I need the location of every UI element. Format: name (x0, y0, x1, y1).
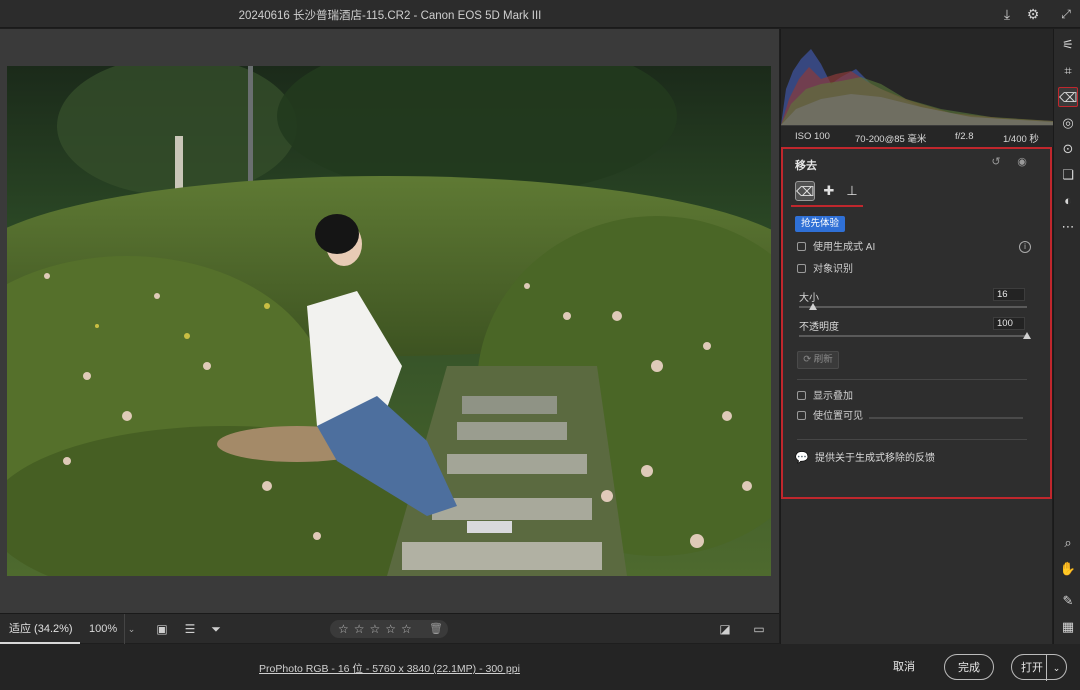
zoom-fit-button[interactable]: 适应 (34.2%) (0, 614, 80, 644)
size-slider-track[interactable] (799, 306, 1027, 308)
toggle-view-icon[interactable]: ▭ (744, 621, 774, 637)
visualize-spots-checkbox[interactable]: 使位置可见 (797, 411, 863, 425)
right-panel: ISO 100 70-200@85 毫米 f/2.8 1/400 秒 移去 ↺ … (780, 29, 1053, 644)
crop-icon[interactable]: ⌗ (1058, 61, 1078, 81)
divider (797, 439, 1027, 440)
save-icon[interactable]: ⤓ (998, 5, 1016, 23)
refresh-button[interactable]: ⟳ 刷新 (797, 351, 839, 369)
show-overlay-label: 显示叠加 (813, 391, 853, 402)
lens-value: 70-200@85 毫米 (855, 134, 927, 145)
visualize-spots-slider[interactable] (869, 417, 1023, 419)
opacity-input[interactable]: 100 (993, 317, 1025, 330)
clone-stamp-icon[interactable]: ⊥ (842, 181, 862, 201)
iso-value: ISO 100 (795, 131, 830, 142)
expand-icon[interactable]: ⤢ (1057, 5, 1075, 23)
grid-icon[interactable]: ▦ (1058, 617, 1078, 637)
presets-icon[interactable]: ❏ (1058, 165, 1078, 185)
refresh-label: 刷新 (813, 354, 833, 365)
zoom-100-button[interactable]: 100% ⌄ (82, 614, 138, 644)
eraser-icon[interactable]: ⌫ (795, 181, 815, 201)
tools-highlight (791, 205, 863, 207)
early-access-badge: 抢先体验 (795, 216, 846, 232)
object-detect-checkbox[interactable]: 对象识别 (797, 264, 853, 278)
zoom-icon[interactable]: ⌕ (1058, 533, 1078, 553)
info-icon[interactable]: i (1019, 241, 1031, 253)
before-after-icon[interactable]: ◪ (716, 621, 734, 637)
eyedropper-icon[interactable]: ✎ (1058, 591, 1078, 611)
more-icon[interactable]: ⋯ (1058, 217, 1078, 237)
window-title: 20240616 长沙普瑞酒店-115.CR2 - Canon EOS 5D M… (238, 10, 542, 22)
edit-sliders-icon[interactable]: ⚟ (1058, 35, 1078, 55)
aperture-value: f/2.8 (955, 131, 974, 142)
snapshots-icon[interactable]: ◐ (1058, 191, 1078, 211)
feedback-label: 提供关于生成式移除的反馈 (815, 453, 935, 464)
checkbox-box[interactable] (797, 411, 806, 420)
filter-icon[interactable]: ⏷ (207, 621, 225, 637)
image-canvas[interactable] (0, 29, 779, 613)
open-label: 打开 (1021, 662, 1043, 674)
checkbox-box[interactable] (797, 242, 806, 251)
title-bar: 20240616 长沙普瑞酒店-115.CR2 - Canon EOS 5D M… (0, 0, 1080, 28)
generative-ai-label: 使用生成式 AI (813, 242, 876, 253)
opacity-slider-track[interactable] (799, 335, 1027, 337)
right-toolbar: ⚟ ⌗ ⌫ ◎ ⊙ ❏ ◐ ⋯ ⌕ ✋ ✎ ▦ (1053, 29, 1080, 644)
reset-icon[interactable]: ↺ (989, 155, 1003, 169)
filmstrip-icon[interactable]: ▣ (153, 621, 171, 637)
object-detect-label: 对象识别 (813, 264, 853, 275)
opacity-label: 不透明度 (799, 322, 839, 333)
checkbox-box[interactable] (797, 264, 806, 273)
red-eye-icon[interactable]: ⊙ (1058, 139, 1078, 159)
zoom-100-label: 100% (89, 623, 118, 635)
generative-ai-checkbox[interactable]: 使用生成式 AI (797, 242, 875, 256)
workflow-options-link[interactable]: ProPhoto RGB - 16 位 - 5760 x 3840 (22.1M… (0, 661, 779, 676)
exif-bar: ISO 100 70-200@85 毫米 f/2.8 1/400 秒 (781, 125, 1053, 147)
remove-panel: 移去 ↺ ◉ ⌫ ✚ ⊥ 抢先体验 使用生成式 AI i 对象识别 大小 16 … (781, 147, 1052, 499)
comment-icon: 💬 (795, 452, 809, 464)
trash-icon[interactable]: 🗑 (427, 620, 445, 638)
hand-icon[interactable]: ✋ (1058, 559, 1078, 579)
size-input[interactable]: 16 (993, 288, 1025, 301)
done-button[interactable]: 完成 (944, 654, 994, 680)
cancel-button[interactable]: 取消 (886, 654, 922, 680)
size-label: 大小 (799, 293, 819, 304)
sort-icon[interactable]: ☰ (181, 621, 199, 637)
refresh-icon: ⟳ (803, 354, 814, 365)
checkbox-box[interactable] (797, 391, 806, 400)
gear-icon[interactable]: ⚙ (1024, 5, 1042, 23)
remove-tool-icon[interactable]: ⌫ (1058, 87, 1078, 107)
histogram-graph (781, 49, 1053, 125)
open-button[interactable]: 打开 ⌄ (1011, 654, 1067, 681)
histogram (781, 29, 1053, 125)
bottom-toolbar: 适应 (34.2%) 100% ⌄ ▣ ☰ ⏷ ☆☆☆☆☆ 🗑 ◪ ▭ (0, 613, 779, 644)
show-overlay-checkbox[interactable]: 显示叠加 (797, 391, 853, 405)
healing-icon[interactable]: ✚ (819, 181, 839, 201)
footer: ProPhoto RGB - 16 位 - 5760 x 3840 (22.1M… (0, 644, 1080, 690)
chevron-down-icon[interactable]: ⌄ (124, 614, 138, 644)
shutter-value: 1/400 秒 (1003, 134, 1039, 145)
eye-icon[interactable]: ◉ (1015, 155, 1029, 169)
visualize-spots-label: 使位置可见 (813, 411, 863, 422)
photo-preview[interactable] (7, 66, 771, 576)
photo-image (7, 66, 771, 576)
masking-icon[interactable]: ◎ (1058, 113, 1078, 133)
feedback-link[interactable]: 💬 提供关于生成式移除的反馈 (795, 449, 935, 464)
chevron-down-icon[interactable]: ⌄ (1046, 655, 1066, 681)
size-slider-thumb[interactable] (808, 303, 817, 310)
divider (797, 379, 1027, 380)
panel-title: 移去 (795, 160, 817, 172)
opacity-slider-thumb[interactable] (1023, 332, 1031, 339)
